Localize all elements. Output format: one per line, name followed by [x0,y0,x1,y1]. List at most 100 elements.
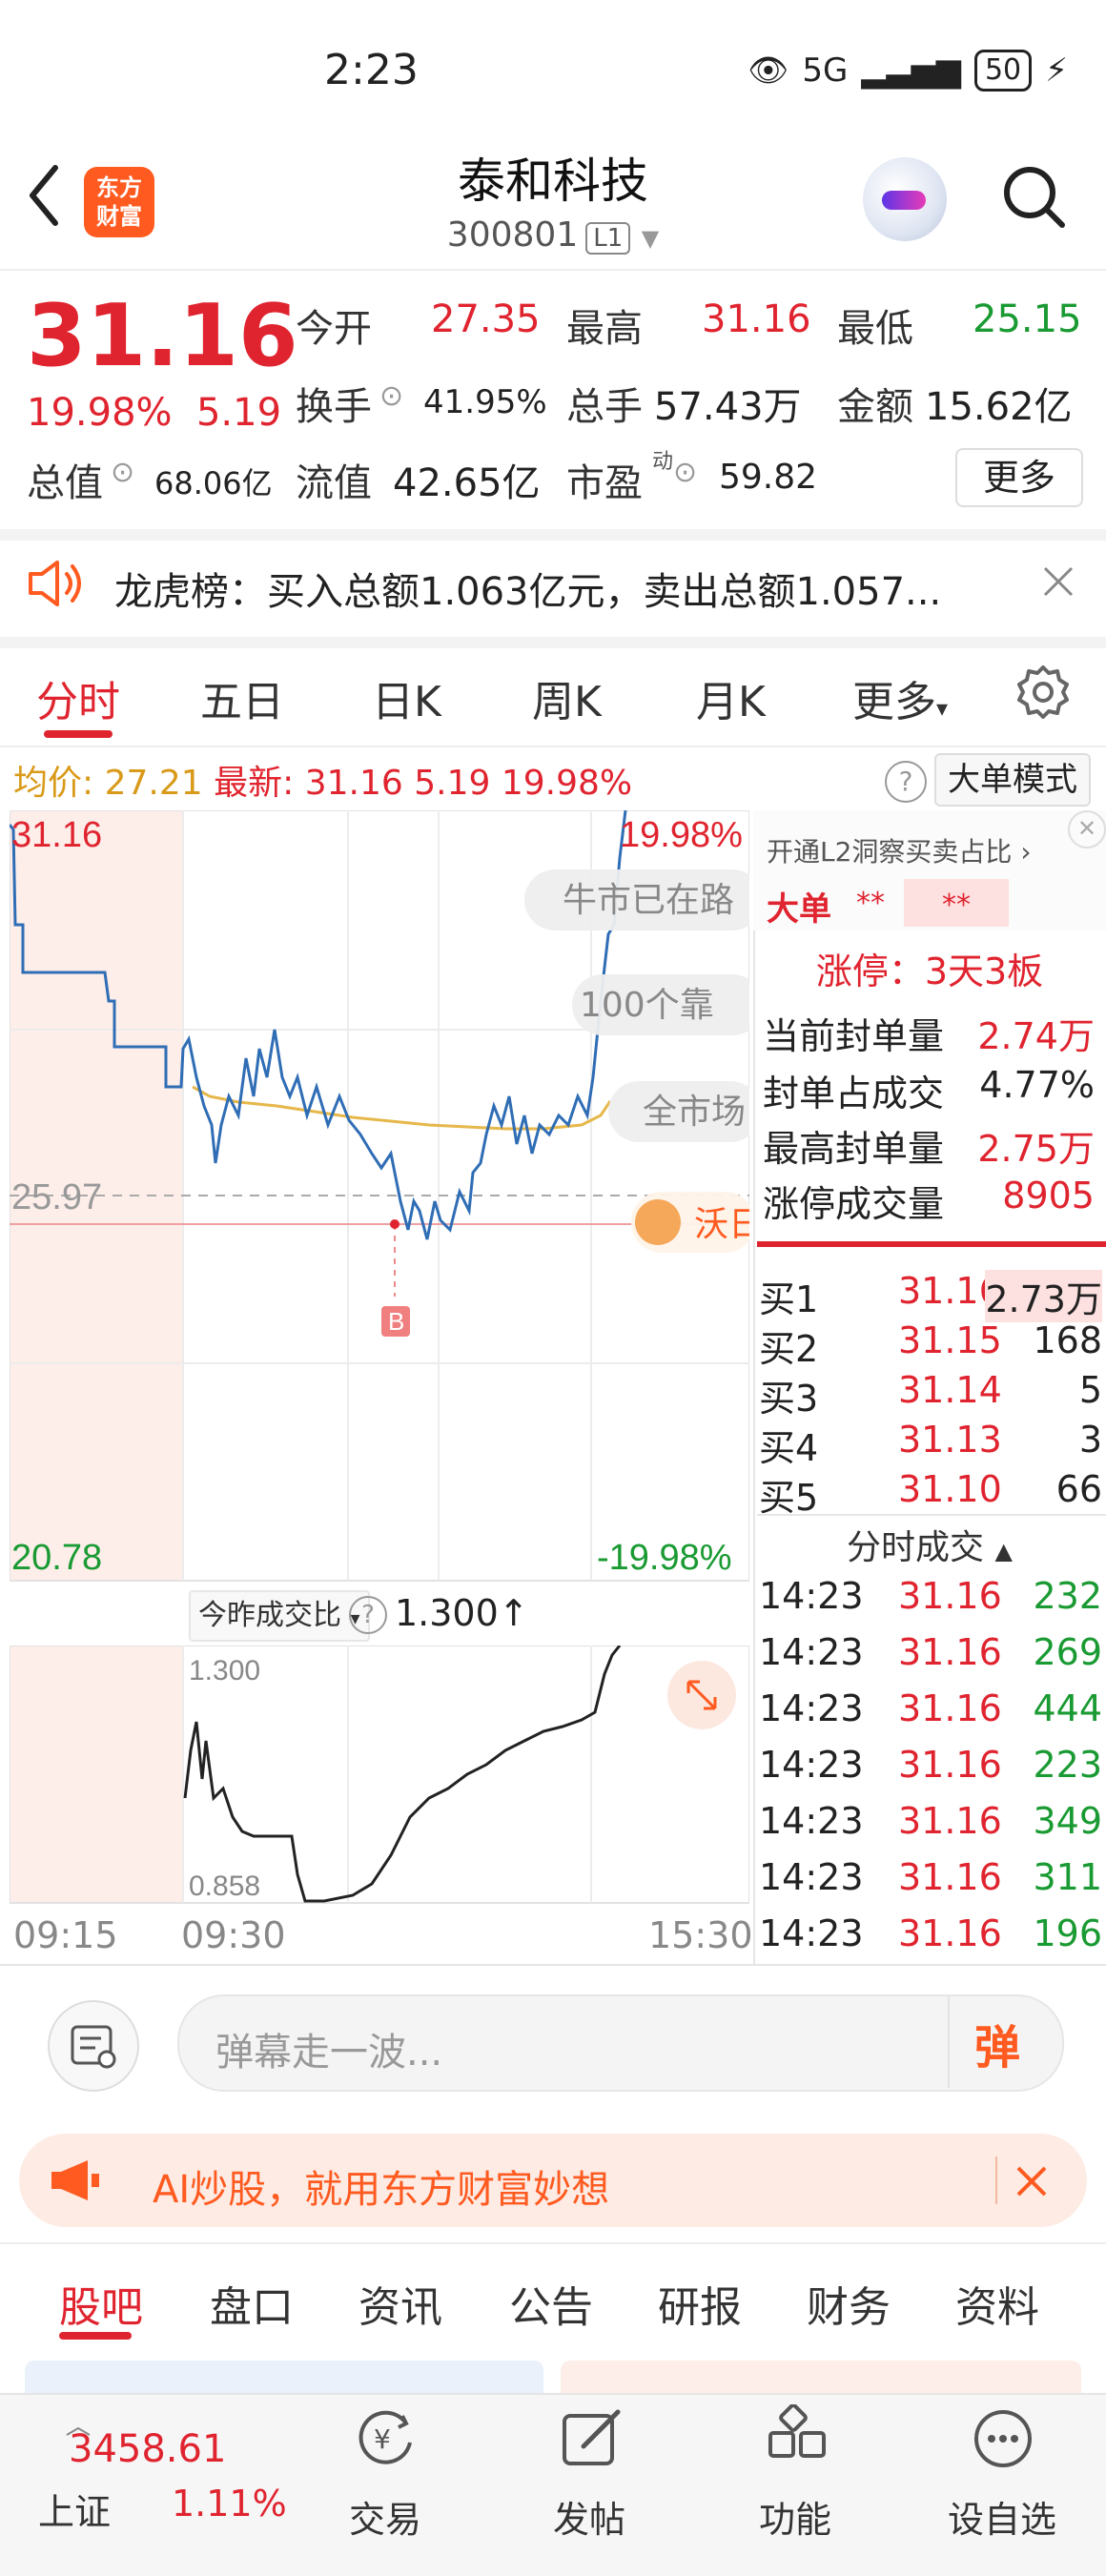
close-icon[interactable] [1014,2164,1049,2198]
danmaku-send-button[interactable]: 弹 [974,2010,1020,2076]
bid-price: 31.15 [898,1319,1002,1361]
stat-value: 2.74万 [977,1015,1095,1057]
turnover-label: 换手 [296,385,372,429]
index-name: 上证 [38,2491,112,2533]
notice-text[interactable]: 龙虎榜：买入总额1.063亿元，卖出总额1.057... [114,561,941,616]
stat-label: 当前封单量 [763,1015,945,1057]
trades-divider [757,1514,1106,1516]
nav-functions[interactable]: 功能 [759,2490,831,2543]
low-value: 25.15 [973,297,1082,341]
intraday-chart[interactable]: B 31.16 19.98% 25.97 20.78 -19.98% 牛市已在路… [10,810,749,1583]
big-order-mode-button[interactable]: 大单模式 [934,753,1091,807]
indicator-selector[interactable]: 今昨成交比 ▾ [189,1590,370,1642]
nav-post[interactable]: 发帖 [553,2490,625,2543]
trade-price: 31.16 [898,1744,1002,1786]
turnover-value: 41.95% [423,383,547,421]
bid-volume: 2.73万 [985,1270,1102,1322]
danmaku-avatar [635,1199,681,1245]
search-icon[interactable] [999,162,1068,231]
tab-five-day[interactable]: 五日 [200,667,284,728]
trade-volume: 311 [1033,1856,1102,1898]
tab-monthly-k[interactable]: 月K [696,667,766,728]
close-icon[interactable] [1041,564,1075,599]
danmaku-text-3: 全市场 [643,1093,746,1132]
trade-volume: 444 [1033,1687,1102,1729]
help-icon[interactable]: ? [349,1596,387,1634]
trade-marker-dot [390,1219,399,1229]
pe-dynamic-mark: 动 [652,450,674,474]
latest-value: 31.16 [304,764,403,803]
avg-info-row: 均价: 27.21 最新: 31.16 5.19 19.98% [13,755,632,805]
tab-profile[interactable]: 资料 [955,2273,1039,2334]
close-icon[interactable]: ✕ [1068,810,1106,848]
tab-finance[interactable]: 财务 [807,2273,891,2334]
trades-title[interactable]: 分时成交 ▲ [753,1520,1106,1569]
tab-pankou[interactable]: 盘口 [210,2273,294,2334]
bid-price: 31.10 [898,1468,1002,1510]
avg-value: 27.21 [104,764,203,803]
avg-label: 均价: [13,764,94,803]
bid-label: 买2 [759,1328,819,1370]
section-gap [0,529,1106,541]
top-price-label: 31.16 [11,815,102,855]
tab-research[interactable]: 研报 [658,2273,742,2334]
trade-icon[interactable]: ¥ [351,2404,420,2473]
tab-weekly-k[interactable]: 周K [532,667,602,728]
index-pct: 1.11% [172,2483,287,2525]
bid-label: 买4 [759,1427,819,1469]
trade-price: 31.16 [898,1856,1002,1898]
more-button[interactable]: 更多 [955,448,1083,507]
masked-value-b: ** [904,879,1009,927]
post-icon[interactable] [557,2404,625,2473]
comment-settings-icon[interactable] [48,2000,139,2092]
low-label: 最低 [837,307,913,351]
tab-more[interactable]: 更多▾ [852,667,948,728]
orderbook-panel: 开通L2洞察买卖占比 › ✕ 大单 ** ** 涨停：3天3板 当前封单量 2.7… [753,810,1106,1964]
info-icon: ⊙ [111,456,135,489]
section-divider [0,2242,1106,2244]
trade-volume: 349 [1033,1800,1102,1842]
functions-icon[interactable] [763,2404,831,2473]
trade-time: 14:23 [759,1856,864,1898]
l2-promo-link[interactable]: 开通L2洞察买卖占比 › [767,831,1032,869]
megaphone-icon [51,2160,99,2200]
trade-price: 31.16 [898,1687,1002,1729]
tab-news[interactable]: 资讯 [358,2273,442,2334]
nav-trade[interactable]: 交易 [349,2490,421,2543]
pe-value: 59.82 [719,458,818,497]
time-label-close: 15:30 [648,1914,753,1956]
status-icons: 👁 5G ▂▃▅▆ 50 ⚡ [748,50,1068,92]
help-icon[interactable]: ? [885,761,927,803]
watchlist-more-icon[interactable] [969,2404,1037,2473]
index-value[interactable]: 3458.61 [69,2427,226,2471]
trade-volume: 269 [1033,1631,1102,1673]
open-label: 今开 [296,307,372,351]
indicator-preopen-shade [10,1646,183,1903]
stat-label: 封单占成交 [763,1073,945,1114]
settings-gear-icon[interactable] [1014,664,1072,721]
nav-add-watchlist[interactable]: 设自选 [948,2490,1056,2543]
trade-volume: 223 [1033,1744,1102,1786]
tabs-divider [0,746,1106,747]
prev-close-label: 25.97 [11,1177,102,1217]
limit-up-title: 涨停：3天3板 [815,951,1044,992]
buy-marker-label: B [388,1307,404,1336]
trade-volume: 196 [1033,1912,1102,1954]
high-value: 31.16 [702,297,811,341]
tab-intraday[interactable]: 分时 [36,667,120,728]
tab-daily-k[interactable]: 日K [372,667,441,728]
tab-guba[interactable]: 股吧 [59,2273,143,2334]
bid-label: 买1 [759,1278,819,1320]
indicator-chart[interactable]: 1.300 0.858 [10,1646,749,1905]
speaker-icon [29,561,81,606]
time-label-start: 09:15 [13,1914,118,1956]
signal-bars-icon: ▂▃▅▆ [861,51,961,90]
l2-promo-text: 开通L2洞察买卖占比 [767,836,1013,868]
bid-volume: 5 [1078,1369,1102,1411]
active-bottom-tab-indicator [59,2332,132,2340]
dropdown-icon: ▼ [641,225,660,252]
ai-promo-text: AI炒股，就用东方财富妙想 [153,2168,610,2212]
bid-label: 买3 [759,1378,819,1420]
tab-announcements[interactable]: 公告 [509,2273,593,2334]
trade-time: 14:23 [759,1912,864,1954]
